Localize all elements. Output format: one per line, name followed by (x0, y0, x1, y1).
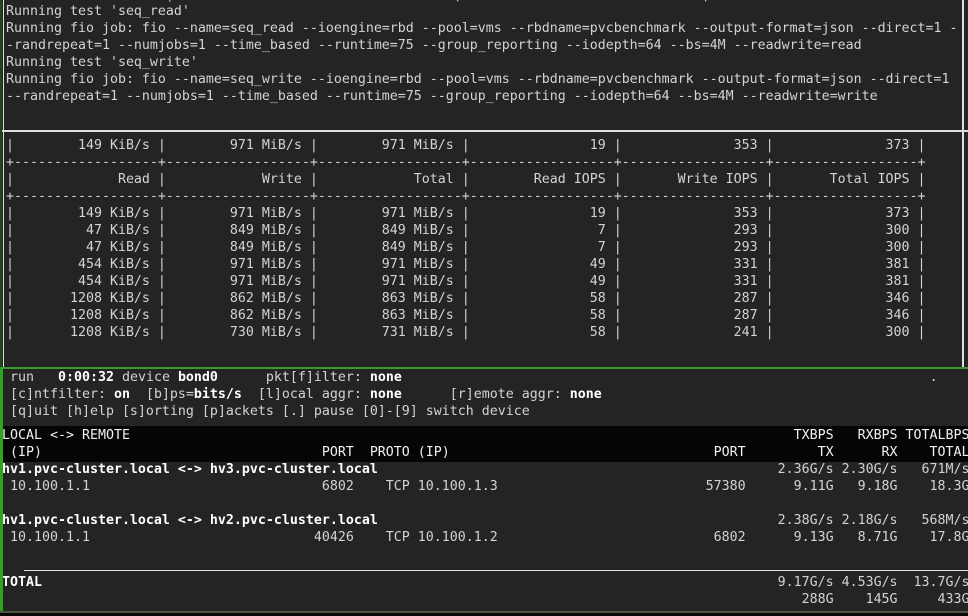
totals-separator (24, 570, 968, 571)
total-rates-row: TOTAL 9.17G/s 4.53G/s 13.7G/s (2, 574, 968, 591)
active-pane-left-border (0, 367, 3, 612)
connection-detail-row: 10.100.1.1 40426 TCP 10.100.1.2 6802 9.1… (2, 529, 968, 546)
netmon-column-header-band: LOCAL <-> REMOTE TXBPS RXBPS TOTALBPS (I… (0, 426, 968, 462)
total-bytes-row: 288G 145G 433G (2, 591, 968, 608)
top-pane-left-border (3, 0, 4, 367)
netmon-header-row-2: (IP) PORT PROTO (IP) PORT TX RX TOTAL (0, 444, 968, 461)
benchmark-results-table: | 149 KiB/s | 971 MiB/s | 971 MiB/s | 19… (6, 137, 926, 341)
fio-log-line: --randrepeat=1 --numjobs=1 --time_based … (6, 88, 958, 105)
spacer-line (2, 495, 968, 512)
terminal-window[interactable]: | | | Running test 'seq_read' Running fi… (0, 0, 968, 616)
netmon-status-line: [q]uit [h]elp [s]orting [p]ackets [.] pa… (2, 403, 938, 420)
fio-log-line: Running fio job: fio --name=seq_read --i… (6, 20, 958, 37)
netmon-connection-list: hv1.pvc-cluster.local <-> hv3.pvc-cluste… (2, 461, 968, 546)
connection-detail-row: 10.100.1.1 6802 TCP 10.100.1.3 57380 9.1… (2, 478, 968, 495)
fio-log-pane: Running test 'seq_read' Running fio job:… (6, 3, 958, 105)
connection-hosts-row: hv1.pvc-cluster.local <-> hv2.pvc-cluste… (2, 512, 968, 529)
netmon-header-row-1: LOCAL <-> REMOTE TXBPS RXBPS TOTALBPS (0, 427, 968, 444)
pane-divider-horizontal (0, 130, 968, 132)
fio-log-line: Running test 'seq_read' (6, 3, 958, 20)
fio-log-line: Running fio job: fio --name=seq_write --… (6, 71, 958, 88)
connection-hosts-row: hv1.pvc-cluster.local <-> hv3.pvc-cluste… (2, 461, 968, 478)
fio-log-line: Running test 'seq_write' (6, 54, 958, 71)
fio-log-line: -randrepeat=1 --numjobs=1 --time_based -… (6, 37, 958, 54)
top-pane-right-border (962, 0, 964, 367)
netmon-status-line: [c]ntfilter: on [b]ps=bits/s [l]ocal agg… (2, 386, 938, 403)
netmon-status-lines: run 0:00:32 device bond0 pkt[f]ilter: no… (2, 369, 938, 420)
netmon-totals: TOTAL 9.17G/s 4.53G/s 13.7G/s (2, 574, 968, 608)
netmon-status-line: run 0:00:32 device bond0 pkt[f]ilter: no… (2, 369, 938, 386)
